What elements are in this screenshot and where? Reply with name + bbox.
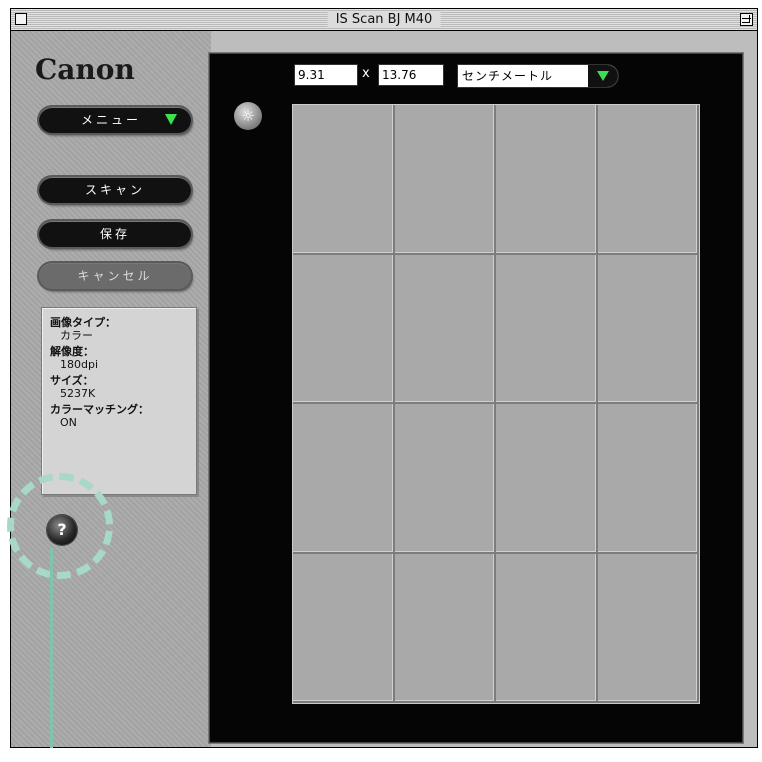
menu-dropdown-arrow-icon xyxy=(165,114,177,125)
preview-grid-cell xyxy=(496,553,598,703)
scan-preview-area[interactable] xyxy=(292,104,700,704)
scanner-window: IS Scan BJ M40 Canon メニュー スキャン 保存 キャンセル … xyxy=(7,8,758,748)
brightness-sun-icon[interactable]: ☼ xyxy=(234,102,262,130)
callout-line xyxy=(50,548,53,748)
menu-button[interactable]: メニュー xyxy=(39,107,191,133)
height-field[interactable]: 13.76 xyxy=(378,64,444,86)
scan-button[interactable]: スキャン xyxy=(39,177,191,203)
unit-select-value: センチメートル xyxy=(462,69,554,83)
preview-grid-cell xyxy=(496,254,598,404)
unit-dropdown-arrow-icon xyxy=(597,71,609,81)
dimension-separator: x xyxy=(362,66,370,81)
color-matching-value: ON xyxy=(60,416,77,429)
preview-grid-cell xyxy=(496,404,598,554)
canon-logo: Canon xyxy=(35,53,135,86)
size-label: サイズ： xyxy=(50,374,94,387)
unit-dropdown-button[interactable] xyxy=(588,65,618,87)
preview-grid-cell xyxy=(293,105,395,255)
image-type-label: 画像タイプ： xyxy=(50,316,116,329)
preview-panel: 9.31 x 13.76 センチメートル ☼ xyxy=(209,53,743,743)
help-icon[interactable]: ? xyxy=(47,515,77,545)
control-panel: Canon メニュー スキャン 保存 キャンセル 画像タイプ： カラー 解像度：… xyxy=(7,31,211,747)
window-title: IS Scan BJ M40 xyxy=(327,11,441,28)
close-box-icon[interactable] xyxy=(15,13,27,25)
color-matching-label: カラーマッチング： xyxy=(50,403,149,416)
menu-button-label: メニュー xyxy=(81,113,142,127)
preview-grid-cell xyxy=(394,404,496,554)
resolution-label: 解像度： xyxy=(50,345,94,358)
preview-grid-cell xyxy=(293,553,395,703)
preview-grid-cell xyxy=(394,254,496,404)
preview-grid-cell xyxy=(597,404,699,554)
width-field[interactable]: 9.31 xyxy=(294,64,358,86)
image-type-value: カラー xyxy=(60,329,93,342)
preview-grid-cell xyxy=(597,553,699,703)
zoom-box-icon[interactable] xyxy=(740,13,753,26)
preview-grid-cell xyxy=(496,105,598,255)
cancel-button[interactable]: キャンセル xyxy=(39,263,191,289)
save-button[interactable]: 保存 xyxy=(39,221,191,247)
preview-grid-cell xyxy=(394,105,496,255)
preview-grid-cell xyxy=(597,254,699,404)
scan-info-panel: 画像タイプ： カラー 解像度： 180dpi サイズ： 5237K カラーマッチ… xyxy=(41,307,197,495)
preview-grid-cell xyxy=(394,553,496,703)
resolution-value: 180dpi xyxy=(60,358,99,371)
preview-grid-cell xyxy=(597,105,699,255)
unit-select[interactable]: センチメートル xyxy=(457,64,619,88)
size-value: 5237K xyxy=(60,387,96,400)
title-bar[interactable]: IS Scan BJ M40 xyxy=(11,9,757,31)
preview-grid-cell xyxy=(293,254,395,404)
preview-grid-cell xyxy=(293,404,395,554)
